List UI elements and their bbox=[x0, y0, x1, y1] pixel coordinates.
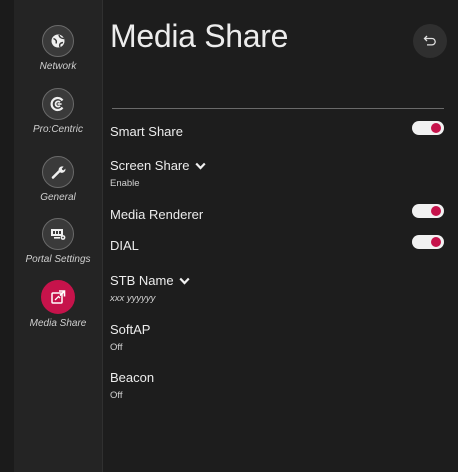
toggle-knob bbox=[431, 123, 441, 133]
setting-label: Media Renderer bbox=[110, 207, 204, 222]
chevron-down-icon bbox=[178, 277, 190, 285]
toggle-knob bbox=[431, 237, 441, 247]
sidebar-item-label: Portal Settings bbox=[25, 254, 91, 265]
sidebar-item-procentric[interactable]: Pro:Centric bbox=[14, 88, 102, 135]
setting-label: Screen Share bbox=[110, 158, 190, 173]
setting-value: Enable bbox=[110, 178, 140, 189]
sidebar-item-network[interactable]: Network bbox=[14, 25, 102, 72]
back-arrow-icon bbox=[423, 35, 437, 47]
smart-share-setting[interactable]: Smart Share bbox=[110, 121, 444, 139]
sidebar-item-general[interactable]: General bbox=[14, 156, 102, 203]
toggle-knob bbox=[431, 206, 441, 216]
smart-share-toggle[interactable] bbox=[412, 121, 444, 135]
portal-icon bbox=[42, 218, 74, 250]
globe-icon bbox=[42, 25, 74, 57]
dial-setting[interactable]: DIAL bbox=[110, 235, 444, 253]
stb-name-setting[interactable]: STB Name xxx yyyyyy bbox=[110, 273, 444, 304]
media-share-icon bbox=[41, 280, 75, 314]
media-renderer-toggle[interactable] bbox=[412, 204, 444, 218]
page-title: Media Share bbox=[110, 18, 289, 54]
sidebar-item-portal-settings[interactable]: Portal Settings bbox=[14, 218, 102, 265]
sidebar-item-label: Pro:Centric bbox=[32, 124, 83, 135]
sidebar-item-label: Network bbox=[39, 61, 77, 72]
procentric-icon bbox=[42, 88, 74, 120]
sidebar-item-label: General bbox=[40, 192, 76, 203]
dial-toggle[interactable] bbox=[412, 235, 444, 249]
back-button[interactable] bbox=[413, 24, 447, 58]
divider bbox=[112, 108, 444, 109]
sidebar-item-label: Media Share bbox=[29, 318, 87, 329]
softap-setting[interactable]: SoftAP Off bbox=[110, 322, 444, 353]
screen-share-setting[interactable]: Screen Share Enable bbox=[110, 158, 444, 189]
setting-value: Off bbox=[110, 342, 123, 353]
wrench-icon bbox=[42, 156, 74, 188]
setting-value: Off bbox=[110, 390, 123, 401]
chevron-down-icon bbox=[194, 162, 206, 170]
beacon-setting[interactable]: Beacon Off bbox=[110, 370, 444, 401]
setting-label: Smart Share bbox=[110, 124, 183, 139]
setting-label: SoftAP bbox=[110, 322, 151, 337]
setting-label: DIAL bbox=[110, 238, 139, 253]
setting-value: xxx yyyyyy bbox=[110, 293, 156, 304]
media-renderer-setting[interactable]: Media Renderer bbox=[110, 204, 444, 222]
sidebar: Network Pro:Centric General Portal Setti… bbox=[14, 0, 103, 472]
setting-label: STB Name bbox=[110, 273, 174, 288]
setting-label: Beacon bbox=[110, 370, 155, 385]
sidebar-item-media-share[interactable]: Media Share bbox=[14, 280, 102, 329]
